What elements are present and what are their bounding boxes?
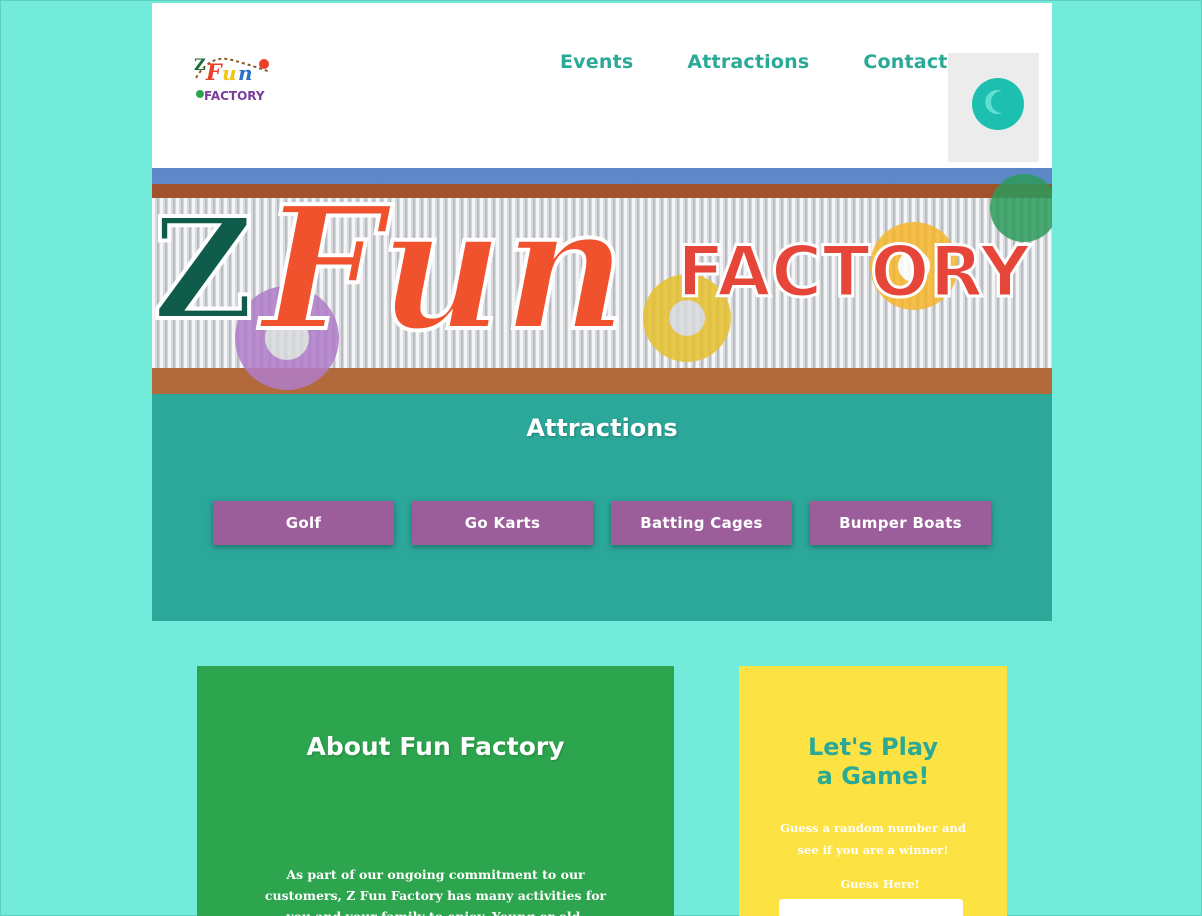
- game-title: Let's Play a Game!: [739, 733, 1007, 791]
- game-title-line2: a Game!: [816, 762, 930, 790]
- svg-text:FACTORY: FACTORY: [204, 89, 265, 103]
- site-header: Z F u n FACTORY Events Attractions Conta…: [152, 3, 1052, 168]
- attractions-buttons: Golf Go Karts Batting Cages Bumper Boats: [213, 501, 991, 545]
- nav-events[interactable]: Events: [560, 51, 633, 73]
- page: Z F u n FACTORY Events Attractions Conta…: [0, 0, 1202, 916]
- attractions-section: Attractions Golf Go Karts Batting Cages …: [152, 394, 1052, 621]
- guess-label: Guess Here!: [840, 877, 920, 891]
- svg-text:n: n: [238, 61, 253, 85]
- attractions-title: Attractions: [526, 414, 678, 442]
- theme-toggle-panel: [948, 53, 1039, 162]
- game-description: Guess a random number and see if you are…: [780, 821, 966, 857]
- hero-banner-image: Z Fun FACTORY: [152, 168, 1052, 394]
- svg-text:Z: Z: [152, 188, 254, 352]
- svg-text:FACTORY: FACTORY: [677, 231, 1032, 313]
- guess-input[interactable]: [779, 899, 963, 916]
- site-logo[interactable]: Z F u n FACTORY: [190, 48, 274, 106]
- golf-button[interactable]: Golf: [213, 501, 394, 545]
- go-karts-button[interactable]: Go Karts: [412, 501, 593, 545]
- svg-text:F: F: [205, 60, 223, 86]
- about-title: About Fun Factory: [306, 732, 565, 761]
- about-card: About Fun Factory As part of our ongoing…: [197, 666, 674, 916]
- nav-attractions[interactable]: Attractions: [687, 51, 809, 73]
- theme-toggle-button[interactable]: [972, 78, 1024, 130]
- nav-contact[interactable]: Contact: [863, 51, 947, 73]
- game-card: Let's Play a Game! Guess a random number…: [739, 666, 1007, 916]
- about-body: As part of our ongoing commitment to our…: [264, 867, 607, 916]
- bumper-boats-button[interactable]: Bumper Boats: [810, 501, 991, 545]
- moon-icon: [982, 86, 1014, 122]
- game-title-line1: Let's Play: [808, 733, 938, 761]
- main-nav: Events Attractions Contact: [560, 51, 948, 73]
- svg-text:Fun: Fun: [258, 169, 627, 369]
- svg-text:Z: Z: [194, 55, 206, 74]
- batting-cages-button[interactable]: Batting Cages: [611, 501, 792, 545]
- svg-text:u: u: [222, 61, 237, 85]
